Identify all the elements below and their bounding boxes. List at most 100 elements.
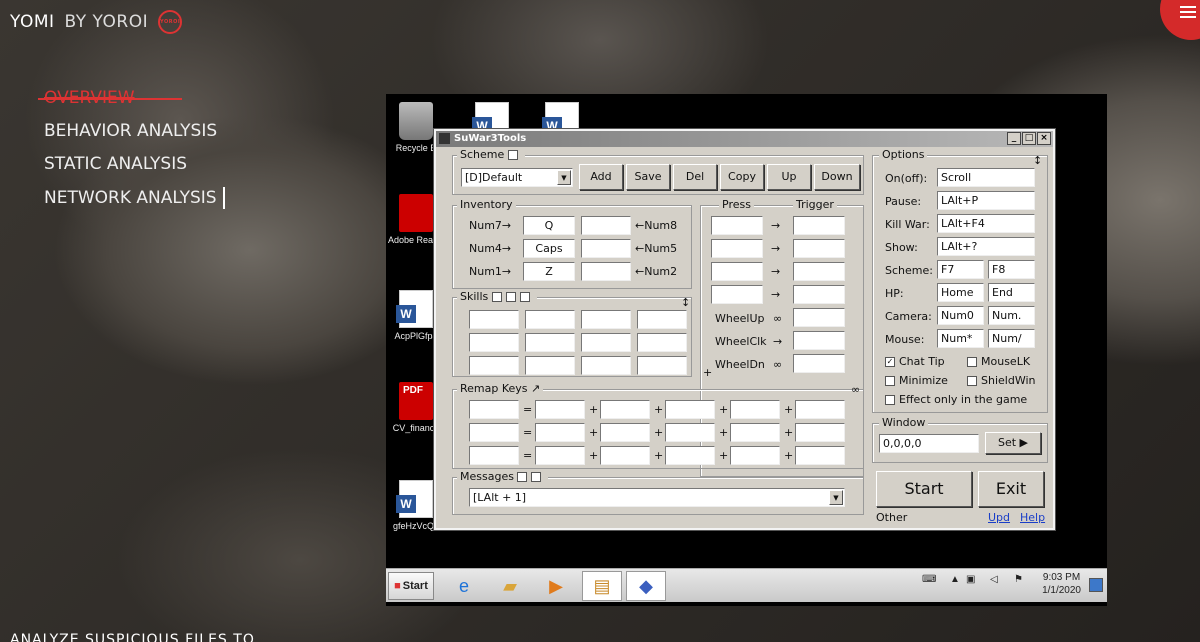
chat-tip-checkbox[interactable]: ✓ Chat Tip (885, 355, 945, 368)
skill-field[interactable] (525, 356, 575, 375)
press-field[interactable] (711, 262, 763, 281)
remap-key-field[interactable] (469, 400, 519, 419)
media-player-icon[interactable]: ▶ (536, 571, 576, 601)
skill-field[interactable] (581, 310, 631, 329)
press-field[interactable] (711, 239, 763, 258)
mouse-field-2[interactable]: Num/ (988, 329, 1035, 348)
kill-war-field[interactable]: LAlt+F4 (937, 214, 1035, 233)
skill-field[interactable] (581, 333, 631, 352)
upd-link[interactable]: Upd (988, 511, 1010, 524)
show-hidden-icons[interactable]: ▲ (950, 574, 960, 585)
taskbar-clock[interactable]: 9:03 PM 1/1/2020 (1042, 571, 1081, 597)
skill-field[interactable] (581, 356, 631, 375)
skill-field[interactable] (525, 333, 575, 352)
remap-key-field[interactable] (535, 400, 585, 419)
messages-checkbox-2[interactable] (531, 472, 542, 482)
messages-select[interactable]: [LAlt + 1] ▼ (469, 488, 845, 507)
press-field[interactable] (711, 285, 763, 304)
skill-field[interactable] (525, 310, 575, 329)
start-menu-button[interactable]: ■ Start (388, 572, 434, 600)
nav-overview[interactable]: OVERVIEW (44, 88, 225, 121)
trigger-field[interactable] (793, 262, 845, 281)
brand[interactable]: YOMI BY YOROI YOROI (10, 10, 183, 34)
trigger-field[interactable] (793, 239, 845, 258)
action-center-icon[interactable]: ⚑ (1014, 574, 1023, 585)
remap-key-field[interactable] (665, 446, 715, 465)
remap-key-field[interactable] (795, 400, 845, 419)
camera-field-2[interactable]: Num. (988, 306, 1035, 325)
wheelclk-field[interactable] (793, 331, 845, 350)
remap-key-field[interactable] (600, 423, 650, 442)
network-icon[interactable]: ▣ (966, 574, 975, 585)
remap-key-field[interactable] (665, 423, 715, 442)
minimize-checkbox[interactable]: Minimize (885, 374, 948, 387)
scheme-hotkey-field-2[interactable]: F8 (988, 260, 1035, 279)
window-position-field[interactable]: 0,0,0,0 (879, 434, 979, 453)
remap-key-field[interactable] (795, 423, 845, 442)
close-button[interactable]: × (1037, 132, 1051, 145)
file-explorer-icon[interactable]: ▰ (490, 571, 530, 601)
inventory-key-field[interactable]: Q (523, 216, 575, 235)
taskbar-app-suwar3tools[interactable]: ◆ (626, 571, 666, 601)
keyboard-icon[interactable]: ⌨ (922, 574, 936, 585)
remap-key-field[interactable] (795, 446, 845, 465)
trigger-field[interactable] (793, 285, 845, 304)
maximize-button[interactable]: □ (1022, 132, 1036, 145)
on-off-field[interactable]: Scroll (937, 168, 1035, 187)
skills-checkbox-1[interactable] (491, 292, 502, 302)
start-button[interactable]: Start (876, 471, 972, 507)
nav-static-analysis[interactable]: STATIC ANALYSIS (44, 154, 225, 187)
scheme-save-button[interactable]: Save (626, 164, 670, 190)
pause-field[interactable]: LAlt+P (937, 191, 1035, 210)
minimize-button[interactable]: _ (1007, 132, 1021, 145)
other-label[interactable]: Other (876, 511, 907, 524)
scheme-add-button[interactable]: Add (579, 164, 623, 190)
skill-field[interactable] (469, 333, 519, 352)
press-field[interactable] (711, 216, 763, 235)
effect-only-checkbox[interactable]: Effect only in the game (885, 393, 1027, 406)
remap-key-field[interactable] (730, 446, 780, 465)
scheme-del-button[interactable]: Del (673, 164, 717, 190)
window-set-button[interactable]: Set ▶ (985, 432, 1041, 454)
wheelup-field[interactable] (793, 308, 845, 327)
scheme-down-button[interactable]: Down (814, 164, 860, 190)
window-titlebar[interactable]: SuWar3Tools _ □ × (436, 131, 1053, 147)
messages-checkbox-1[interactable] (517, 472, 528, 482)
skills-checkbox-3[interactable] (519, 292, 530, 302)
inventory-key-field[interactable]: Z (523, 262, 575, 281)
exit-button[interactable]: Exit (978, 471, 1044, 507)
wheeldn-field[interactable] (793, 354, 845, 373)
mouselk-checkbox[interactable]: MouseLK (967, 355, 1030, 368)
trigger-field[interactable] (793, 216, 845, 235)
remap-key-field[interactable] (469, 446, 519, 465)
hp-field-2[interactable]: End (988, 283, 1035, 302)
inventory-key-field-2[interactable] (581, 262, 631, 281)
remap-key-field[interactable] (600, 400, 650, 419)
show-field[interactable]: LAlt+? (937, 237, 1035, 256)
skill-field[interactable] (469, 310, 519, 329)
remap-key-field[interactable] (600, 446, 650, 465)
volume-icon[interactable]: ◁ (990, 574, 998, 585)
skill-field[interactable] (637, 310, 687, 329)
remap-key-field[interactable] (665, 400, 715, 419)
taskbar-app-folder[interactable]: ▤ (582, 571, 622, 601)
show-desktop-button[interactable] (1089, 578, 1103, 592)
scheme-checkbox[interactable] (507, 150, 518, 160)
skills-checkbox-2[interactable] (505, 292, 516, 302)
internet-explorer-icon[interactable]: e (444, 571, 484, 601)
shieldwin-checkbox[interactable]: ShieldWin (967, 374, 1035, 387)
skill-field[interactable] (637, 356, 687, 375)
skill-field[interactable] (469, 356, 519, 375)
scheme-select[interactable]: [D]Default ▼ (461, 168, 573, 187)
help-link[interactable]: Help (1020, 511, 1045, 524)
camera-field-1[interactable]: Num0 (937, 306, 984, 325)
remap-key-field[interactable] (535, 423, 585, 442)
hp-field-1[interactable]: Home (937, 283, 984, 302)
skill-field[interactable] (637, 333, 687, 352)
inventory-key-field-2[interactable] (581, 239, 631, 258)
mouse-field-1[interactable]: Num* (937, 329, 984, 348)
remap-key-field[interactable] (469, 423, 519, 442)
nav-network-analysis[interactable]: NETWORK ANALYSIS (44, 187, 225, 220)
scheme-up-button[interactable]: Up (767, 164, 811, 190)
inventory-key-field-2[interactable] (581, 216, 631, 235)
